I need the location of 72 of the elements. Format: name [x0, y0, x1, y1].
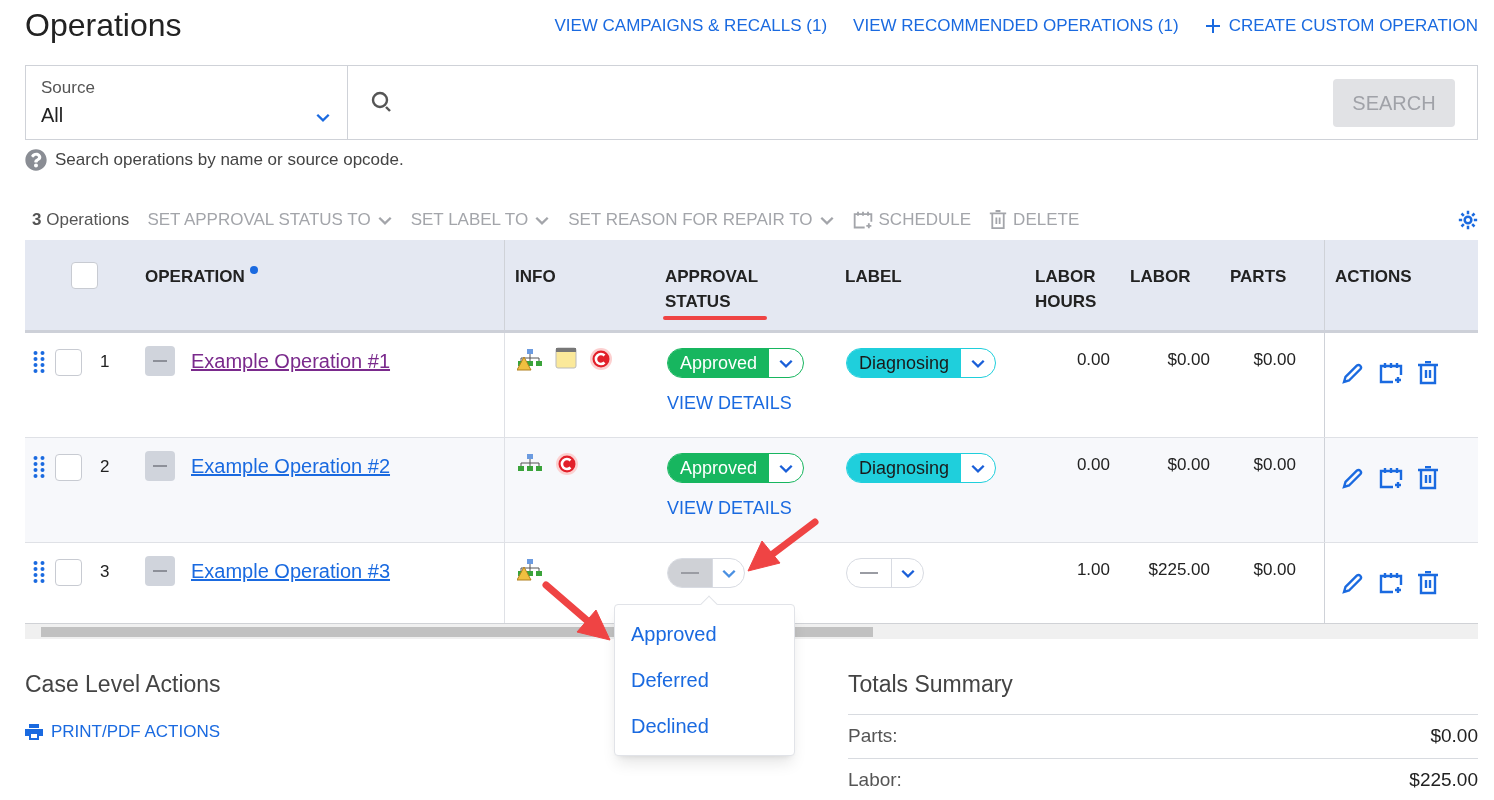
labor-hours-cell-text: 0.00: [1076, 349, 1110, 371]
totals-value: $0.00: [1430, 724, 1478, 749]
settings-icon[interactable]: [1458, 210, 1478, 230]
trash-icon[interactable]: [1417, 466, 1439, 490]
labor-cell-text: $0.00: [1167, 349, 1210, 371]
column-header: LABOR HOURS: [1035, 266, 1098, 313]
drag-handle-icon[interactable]: [33, 351, 45, 373]
row-checkbox[interactable]: [55, 559, 82, 586]
drag-handle-icon[interactable]: [33, 456, 45, 478]
column-header: INFO: [515, 266, 556, 288]
column-header: LABOR: [1130, 266, 1191, 288]
labor-hours-cell-text: 0.00: [1076, 454, 1110, 476]
annotation-arrow: [542, 581, 611, 641]
operation-link[interactable]: Example Operation #1: [191, 346, 390, 376]
trash-icon[interactable]: [1417, 571, 1439, 595]
pencil-icon[interactable]: [1341, 571, 1365, 595]
pencil-icon[interactable]: [1341, 466, 1365, 490]
help-text: Search operations by name or source opcode.: [55, 149, 404, 172]
labor-cell-text: $0.00: [1167, 454, 1210, 476]
row-number: 1: [100, 351, 110, 373]
column-header: APPROVAL STATUS: [665, 266, 759, 313]
approval-status-dropdown[interactable]: [667, 558, 745, 588]
parts-cell-text: $0.00: [1253, 559, 1296, 581]
totals-value: $225.00: [1409, 768, 1478, 793]
trash-icon[interactable]: [1417, 361, 1439, 385]
column-header: LABEL: [845, 266, 902, 288]
menu-option[interactable]: Deferred: [615, 657, 794, 703]
view-details-link[interactable]: VIEW DETAILS: [667, 390, 792, 417]
calendar-add-icon[interactable]: [1379, 466, 1403, 490]
labor-hours-cell-text: 1.00: [1076, 559, 1110, 581]
section-title: Case Level Actions: [25, 670, 221, 699]
operation-link[interactable]: Example Operation #3: [191, 556, 390, 586]
label-dropdown[interactable]: Diagnosing: [846, 348, 997, 378]
row-checkbox[interactable]: [55, 454, 82, 481]
column-header: OPERATION: [145, 266, 245, 288]
trash-icon: [989, 210, 1008, 230]
header-link[interactable]: VIEW RECOMMENDED OPERATIONS (1): [853, 13, 1179, 39]
calendar-add-icon[interactable]: [1379, 361, 1403, 385]
parts-cell-text: $0.00: [1253, 349, 1296, 371]
pencil-icon[interactable]: [1341, 361, 1365, 385]
labor-cell-text: $225.00: [1148, 559, 1210, 581]
print-link[interactable]: PRINT/PDF ACTIONS: [25, 719, 221, 745]
calendar-add-icon[interactable]: [1379, 571, 1403, 595]
menu-option[interactable]: Declined: [615, 703, 794, 749]
drag-handle-icon[interactable]: [33, 561, 45, 583]
row-number: 3: [100, 561, 110, 583]
annotation-arrow: [747, 518, 819, 572]
header-link[interactable]: VIEW CAMPAIGNS & RECALLS (1): [554, 13, 828, 39]
approval-status-dropdown[interactable]: Approved: [667, 348, 805, 378]
select-all-checkbox[interactable]: [70, 262, 98, 289]
parts-cell-text: $0.00: [1253, 454, 1296, 476]
row-checkbox[interactable]: [55, 349, 82, 376]
row-number: 2: [100, 456, 110, 478]
column-header: PARTS: [1230, 266, 1287, 288]
section-title: Totals Summary: [848, 670, 1014, 699]
view-details-link[interactable]: VIEW DETAILS: [667, 495, 792, 522]
column-header: ACTIONS: [1335, 266, 1412, 288]
operations-count: 3 Operations: [32, 209, 130, 232]
header-link[interactable]: CREATE CUSTOM OPERATION: [1204, 13, 1478, 39]
plus-icon: [1204, 18, 1221, 34]
menu-option[interactable]: Approved: [615, 611, 794, 657]
label-dropdown[interactable]: Diagnosing: [846, 453, 997, 483]
totals-label: Parts:: [848, 724, 898, 749]
printer-icon: [25, 723, 43, 740]
calendar-add-icon: [852, 210, 873, 230]
page-title: Operations: [25, 6, 182, 45]
source-dropdown[interactable]: Source All: [26, 66, 348, 139]
operation-link[interactable]: Example Operation #2: [191, 451, 390, 481]
approval-status-dropdown[interactable]: Approved: [667, 453, 805, 483]
help-icon: [25, 149, 47, 171]
label-dropdown[interactable]: [846, 558, 924, 588]
totals-label: Labor:: [848, 768, 902, 793]
